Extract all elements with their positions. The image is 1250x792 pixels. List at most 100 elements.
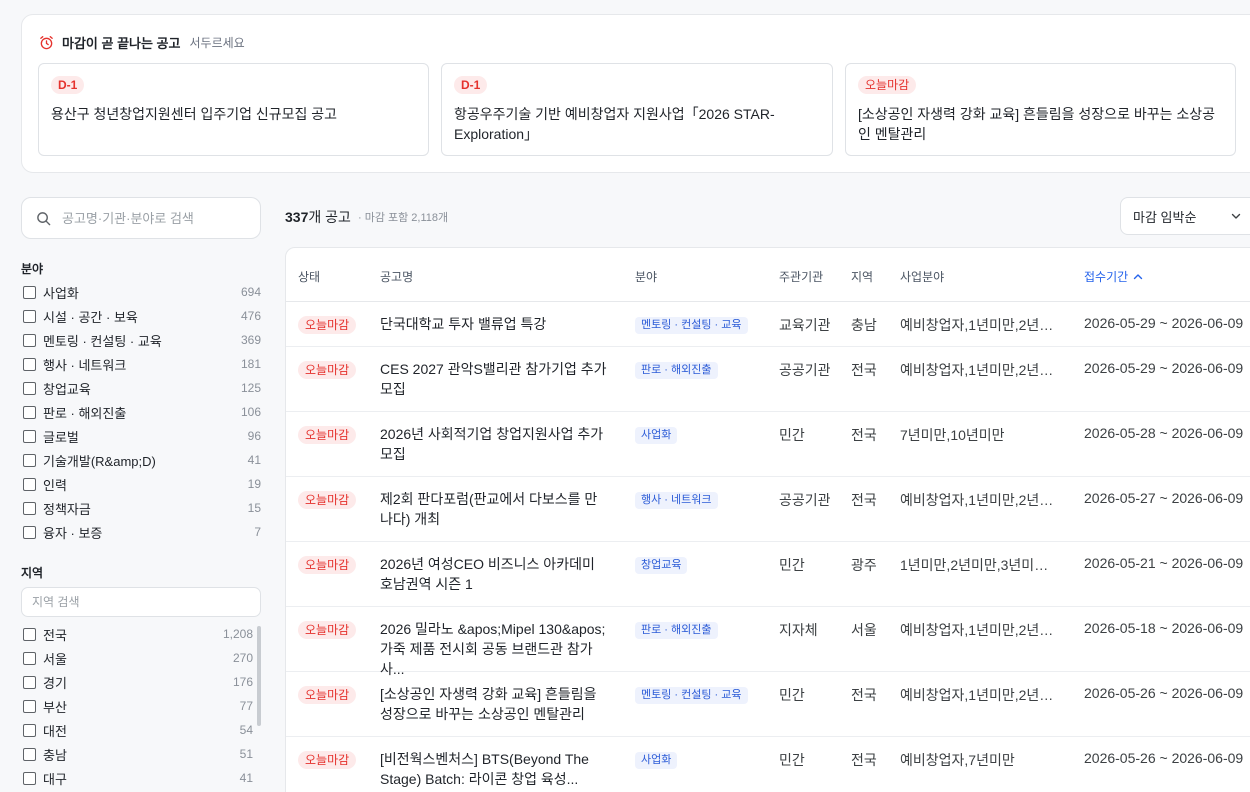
status-badge: 오늘마감 — [298, 491, 357, 509]
col-header-period[interactable]: 접수기간 — [1084, 268, 1143, 285]
field-option-count: 694 — [240, 285, 261, 299]
org-cell: 민간 — [779, 557, 805, 573]
deadline-card[interactable]: 오늘마감 [소상공인 자생력 강화 교육] 흔들림을 성장으로 바꾸는 소상공인… — [845, 63, 1236, 156]
status-badge: 오늘마감 — [298, 621, 357, 639]
checkbox[interactable] — [23, 357, 36, 371]
table-row[interactable]: 오늘마감 2026 밀라노 &apos;Mipel 130&apos; 가죽 제… — [286, 607, 1250, 677]
field-option[interactable]: 행사 · 네트워크 181 — [21, 352, 261, 376]
checkbox[interactable] — [23, 285, 36, 299]
field-option[interactable]: 판로 · 해외진출 106 — [21, 400, 261, 424]
chevron-up-icon — [1133, 273, 1143, 279]
deadline-card-title: 용산구 청년창업지원센터 입주기업 신규모집 공고 — [51, 106, 338, 122]
region-option[interactable]: 부산 77 — [21, 694, 253, 718]
region-option[interactable]: 서울 270 — [21, 646, 253, 670]
checkbox[interactable] — [23, 453, 36, 467]
region-option-label: 대구 — [43, 771, 67, 787]
notice-title[interactable]: 2026년 여성CEO 비즈니스 아카데미 호남권역 시즌 1 — [380, 554, 610, 594]
search-box — [21, 197, 261, 239]
field-option[interactable]: 멘토링 · 컨설팅 · 교육 369 — [21, 328, 261, 352]
table-row[interactable]: 오늘마감 2026년 여성CEO 비즈니스 아카데미 호남권역 시즌 1 창업교… — [286, 542, 1250, 607]
field-option[interactable]: 사업화 694 — [21, 280, 261, 304]
table-row[interactable]: 오늘마감 CES 2027 관악S밸리관 참가기업 추가모집 판로 · 해외진출… — [286, 347, 1250, 412]
region-option-label: 전국 — [43, 627, 67, 643]
region-option[interactable]: 충남 51 — [21, 742, 253, 766]
region-option-label: 경기 — [43, 675, 67, 691]
field-option[interactable]: 기술개발(R&amp;D) 41 — [21, 448, 261, 472]
org-cell: 민간 — [779, 687, 805, 703]
field-option-count: 369 — [240, 333, 261, 347]
checkbox[interactable] — [23, 675, 36, 689]
region-option[interactable]: 대구 41 — [21, 766, 253, 790]
biz-cell: 1년미만,2년미만,3년미만,5년미만 — [900, 557, 1060, 573]
checkbox[interactable] — [23, 501, 36, 515]
field-badge: 멘토링 · 컨설팅 · 교육 — [635, 687, 748, 704]
field-option-count: 41 — [247, 453, 261, 467]
field-option[interactable]: 융자 · 보증 7 — [21, 520, 261, 544]
notice-title[interactable]: 단국대학교 투자 밸류업 특강 — [380, 314, 610, 334]
search-input[interactable] — [62, 210, 242, 226]
notice-title[interactable]: CES 2027 관악S밸리관 참가기업 추가모집 — [380, 359, 610, 399]
field-option[interactable]: 인력 19 — [21, 472, 261, 496]
biz-cell: 7년미만,10년미만 — [900, 427, 1005, 443]
sort-select[interactable]: 마감 임박순 — [1120, 197, 1250, 235]
table-row[interactable]: 오늘마감 [소상공인 자생력 강화 교육] 흔들림을 성장으로 바꾸는 소상공인… — [286, 672, 1250, 737]
notice-title[interactable]: [비전웍스벤처스] BTS(Beyond The Stage) Batch: 라… — [380, 749, 610, 789]
biz-cell: 예비창업자,1년미만,2년미만,3년미만 — [900, 622, 1060, 638]
biz-cell: 예비창업자,1년미만,2년미만,3년미만 — [900, 687, 1060, 703]
field-option[interactable]: 정책자금 15 — [21, 496, 261, 520]
dday-badge: 오늘마감 — [858, 76, 917, 94]
region-search-input[interactable] — [32, 595, 232, 609]
table-row[interactable]: 오늘마감 단국대학교 투자 밸류업 특강 멘토링 · 컨설팅 · 교육 교육기관… — [286, 302, 1250, 347]
deadline-card[interactable]: D-1 용산구 청년창업지원센터 입주기업 신규모집 공고 — [38, 63, 429, 156]
checkbox[interactable] — [23, 405, 36, 419]
region-option[interactable]: 대전 54 — [21, 718, 253, 742]
checkbox[interactable] — [23, 723, 36, 737]
checkbox[interactable] — [23, 627, 36, 641]
org-cell: 교육기관 — [779, 317, 831, 333]
notice-title[interactable]: 제2회 판다포럼(판교에서 다보스를 만나다) 개최 — [380, 489, 610, 529]
checkbox[interactable] — [23, 333, 36, 347]
biz-cell: 예비창업자,1년미만,2년미만,3년미만 — [900, 492, 1060, 508]
region-option-count: 54 — [239, 723, 253, 737]
deadline-card-title: 항공우주기술 기반 예비창업자 지원사업「2026 STAR-Explorati… — [454, 106, 775, 142]
table-row[interactable]: 오늘마감 2026년 사회적기업 창업지원사업 추가모집 사업화 민간 전국 7… — [286, 412, 1250, 477]
checkbox[interactable] — [23, 771, 36, 785]
field-option[interactable]: 시설 · 공간 · 보육 476 — [21, 304, 261, 328]
col-header-title: 공고명 — [380, 270, 414, 284]
notice-title[interactable]: 2026년 사회적기업 창업지원사업 추가모집 — [380, 424, 610, 464]
col-header-field: 분야 — [635, 270, 658, 284]
field-facet-title: 분야 — [21, 262, 44, 276]
alarm-clock-icon — [40, 36, 53, 50]
checkbox[interactable] — [23, 381, 36, 395]
dday-badge: D-1 — [454, 76, 488, 94]
org-cell: 민간 — [779, 427, 805, 443]
field-option-label: 멘토링 · 컨설팅 · 교육 — [43, 333, 162, 349]
notice-title[interactable]: [소상공인 자생력 강화 교육] 흔들림을 성장으로 바꾸는 소상공인 멘탈관리 — [380, 684, 610, 724]
field-option-count: 125 — [240, 381, 261, 395]
notice-title[interactable]: 2026 밀라노 &apos;Mipel 130&apos; 가죽 제품 전시회… — [380, 619, 610, 679]
field-option[interactable]: 글로벌 96 — [21, 424, 261, 448]
checkbox[interactable] — [23, 309, 36, 323]
deadline-card[interactable]: D-1 항공우주기술 기반 예비창업자 지원사업「2026 STAR-Explo… — [441, 63, 833, 156]
checkbox[interactable] — [23, 747, 36, 761]
checkbox[interactable] — [23, 525, 36, 539]
deadline-card-title: [소상공인 자생력 강화 교육] 흔들림을 성장으로 바꾸는 소상공인 멘탈관리 — [858, 106, 1216, 142]
field-option[interactable]: 창업교육 125 — [21, 376, 261, 400]
region-option[interactable]: 경기 176 — [21, 670, 253, 694]
checkbox[interactable] — [23, 699, 36, 713]
region-list-scrollbar[interactable] — [257, 626, 261, 726]
region-cell: 충남 — [851, 317, 877, 333]
checkbox[interactable] — [23, 477, 36, 491]
checkbox[interactable] — [23, 651, 36, 665]
field-option-label: 융자 · 보증 — [43, 525, 103, 541]
status-badge: 오늘마감 — [298, 686, 357, 704]
table-row[interactable]: 오늘마감 제2회 판다포럼(판교에서 다보스를 만나다) 개최 행사 · 네트워… — [286, 477, 1250, 542]
checkbox[interactable] — [23, 429, 36, 443]
deadline-title: 마감이 곧 끝나는 공고 — [62, 36, 181, 51]
region-option[interactable]: 전국 1,208 — [21, 622, 253, 646]
field-option-label: 정책자금 — [43, 501, 91, 517]
region-option-count: 176 — [232, 675, 253, 689]
field-badge: 사업화 — [635, 427, 678, 444]
biz-cell: 예비창업자,1년미만,2년미만,3년미만 — [900, 362, 1060, 378]
table-row[interactable]: 오늘마감 [비전웍스벤처스] BTS(Beyond The Stage) Bat… — [286, 737, 1250, 792]
